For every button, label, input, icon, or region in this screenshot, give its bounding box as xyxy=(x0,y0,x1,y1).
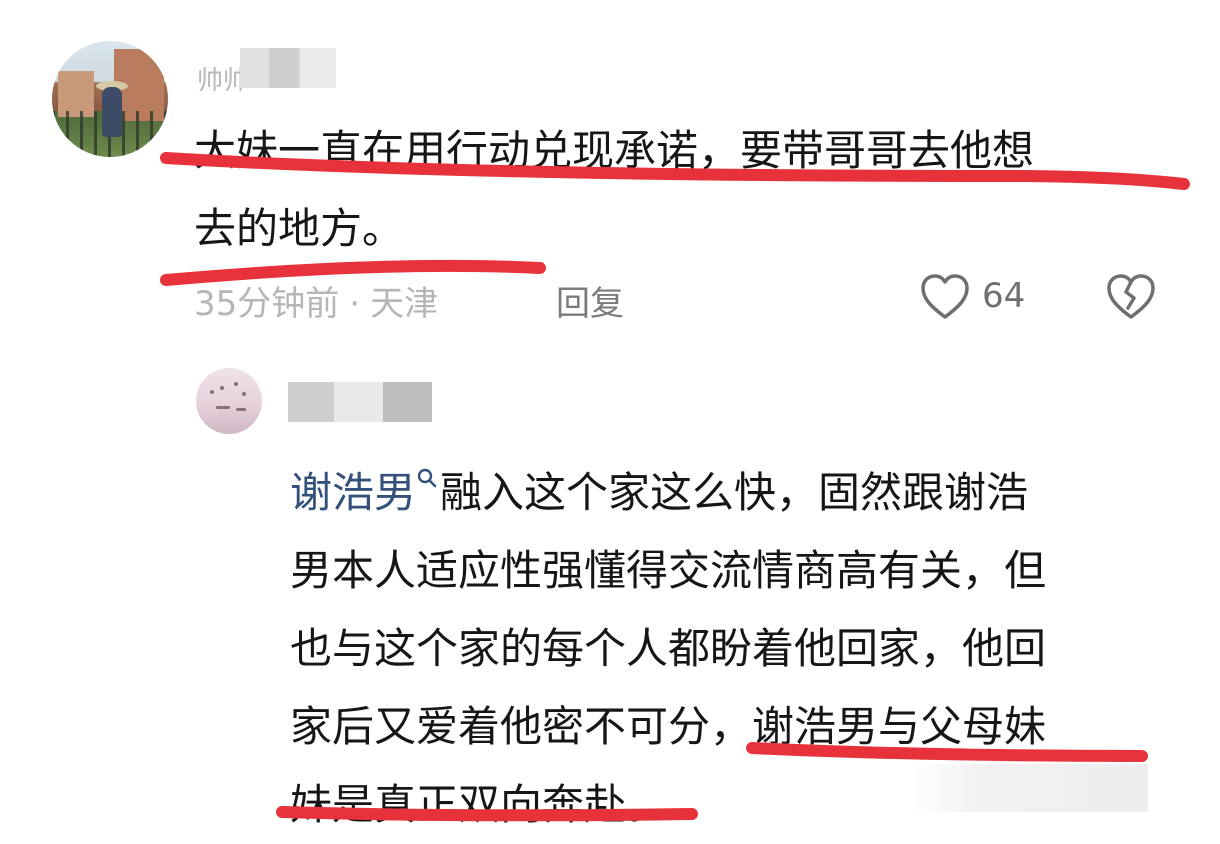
heart-outline-icon[interactable] xyxy=(918,270,972,324)
mention-link[interactable]: 谢浩男 xyxy=(290,468,416,517)
location: 天津 xyxy=(370,284,439,324)
username-mosaic xyxy=(288,382,432,422)
reply-line-text: 融入这个家这么快，固然跟谢浩 xyxy=(440,468,1029,517)
like-count: 64 xyxy=(982,276,1026,316)
comment-text: 大妹一直在用行动兑现承诺，要带哥哥去他想 去的地方。 xyxy=(194,112,1194,268)
search-icon[interactable] xyxy=(416,436,438,488)
reply-line: 男本人适应性强懂得交流情商高有关，但 xyxy=(290,546,1047,595)
avatar[interactable] xyxy=(52,41,168,157)
username-mosaic xyxy=(240,48,336,88)
broken-heart-icon[interactable] xyxy=(1104,270,1158,324)
meta-separator: · xyxy=(349,284,361,324)
reply-line: 也与这个家的每个人都盼着他回家，他回 xyxy=(290,624,1047,673)
comment-line: 去的地方。 xyxy=(194,204,405,253)
reply-line: 谢浩男 融入这个家这么快，固然跟谢浩 xyxy=(290,436,1170,532)
fade-overlay xyxy=(908,764,1148,812)
reply-avatar[interactable] xyxy=(196,368,262,434)
comment-meta: 35分钟前 · 天津 xyxy=(194,276,438,325)
reply-button[interactable]: 回复 xyxy=(556,276,624,325)
reply-line: 家后又爱着他密不可分，谢浩男与父母妹 xyxy=(290,702,1047,751)
timestamp: 35分钟前 xyxy=(194,284,340,324)
comment-line: 大妹一直在用行动兑现承诺，要带哥哥去他想 xyxy=(194,126,1035,175)
